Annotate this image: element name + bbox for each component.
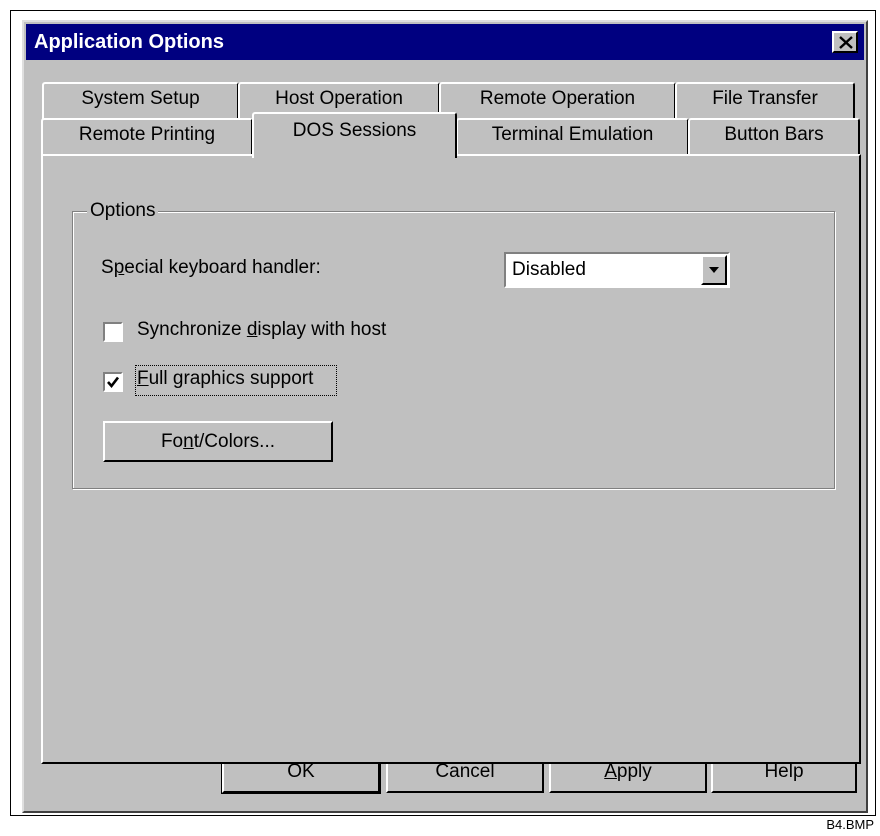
keyboard-handler-value: Disabled xyxy=(512,259,586,280)
tab-label: Remote Operation xyxy=(479,88,636,109)
label-mnemonic: A xyxy=(604,761,617,782)
tab-remote-operation[interactable]: Remote Operation xyxy=(439,82,676,120)
label-part: ecial keyboard handler: xyxy=(124,257,321,278)
full-graphics-checkbox[interactable] xyxy=(103,372,123,392)
tab-label: Host Operation xyxy=(275,88,403,109)
tab-terminal-emulation[interactable]: Terminal Emulation xyxy=(456,118,689,156)
label-part: isplay with host xyxy=(257,319,387,340)
tab-label: Button Bars xyxy=(724,124,824,145)
close-button[interactable] xyxy=(832,31,858,53)
tab-label: System Setup xyxy=(81,88,200,109)
checkmark-icon xyxy=(107,376,120,389)
label-part: pply xyxy=(616,761,652,782)
button-label: Font/Colors... xyxy=(161,423,275,453)
image-caption: B4.BMP xyxy=(826,817,874,832)
title-bar: Application Options xyxy=(26,24,864,60)
font-colors-button[interactable]: Font/Colors... xyxy=(103,421,333,462)
window-title: Application Options xyxy=(34,31,224,53)
keyboard-handler-select[interactable]: Disabled xyxy=(504,252,730,288)
label-part: Synchronize xyxy=(137,319,247,340)
options-group-title: Options xyxy=(87,200,159,222)
tab-dos-sessions[interactable]: DOS Sessions xyxy=(252,112,457,158)
close-icon xyxy=(839,36,853,49)
dos-sessions-panel: Options Special keyboard handler: Disabl… xyxy=(41,154,861,764)
application-options-dialog: Application Options System Setup Host Op… xyxy=(22,20,868,813)
label-part: Fo xyxy=(160,431,184,452)
tab-system-setup[interactable]: System Setup xyxy=(42,82,239,120)
tab-remote-printing[interactable]: Remote Printing xyxy=(41,118,253,156)
options-groupbox: Options Special keyboard handler: Disabl… xyxy=(72,200,835,489)
keyboard-handler-label: Special keyboard handler: xyxy=(101,257,321,279)
tab-button-bars[interactable]: Button Bars xyxy=(688,118,860,156)
tab-file-transfer[interactable]: File Transfer xyxy=(675,82,855,120)
label-part: ull graphics support xyxy=(148,368,314,389)
label-mnemonic: n xyxy=(183,431,194,452)
label-mnemonic: p xyxy=(113,257,125,278)
tab-label: DOS Sessions xyxy=(292,120,417,141)
label-mnemonic: d xyxy=(246,319,258,340)
tab-label: Remote Printing xyxy=(78,124,216,145)
dropdown-button[interactable] xyxy=(701,255,727,285)
label-part: S xyxy=(101,257,114,278)
chevron-down-icon xyxy=(709,267,719,273)
full-graphics-label: Full graphics support xyxy=(137,368,313,390)
sync-display-checkbox[interactable] xyxy=(103,322,123,342)
sync-display-label: Synchronize display with host xyxy=(137,319,386,341)
tab-label: Terminal Emulation xyxy=(491,124,654,145)
label-part: t/Colors... xyxy=(193,431,276,452)
label-mnemonic: F xyxy=(137,368,149,389)
tab-label: File Transfer xyxy=(712,88,818,109)
